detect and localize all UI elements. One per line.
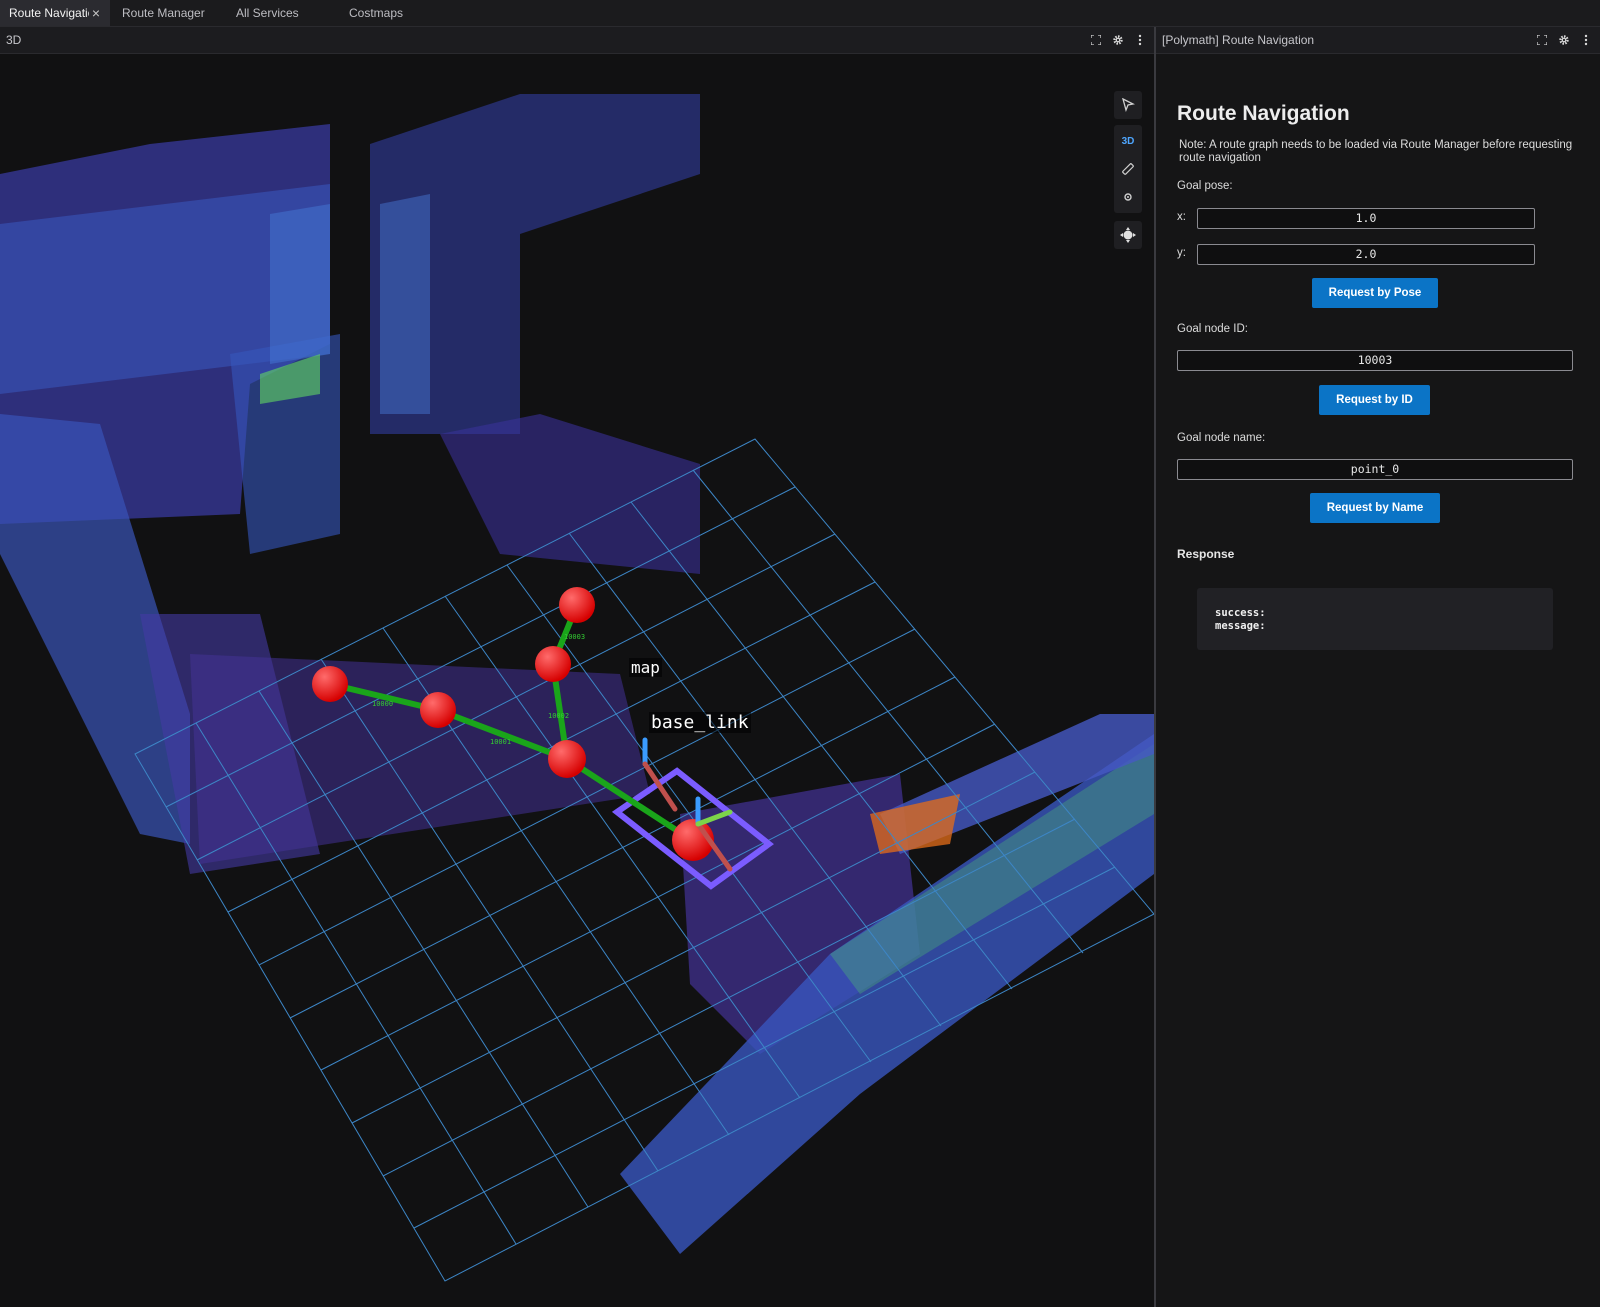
response-heading: Response bbox=[1177, 547, 1235, 561]
request-by-pose-button[interactable]: Request by Pose bbox=[1312, 278, 1438, 308]
ruler-icon bbox=[1122, 163, 1134, 175]
panel-title: [Polymath] Route Navigation bbox=[1162, 33, 1315, 47]
route-node bbox=[420, 692, 456, 728]
fullscreen-icon[interactable] bbox=[1090, 34, 1102, 46]
tab-label: Route Manager bbox=[122, 6, 205, 20]
tab-bar: Route Navigation× Route Manager All Serv… bbox=[0, 0, 1600, 27]
viewport-toolbar: 3D bbox=[1114, 91, 1142, 255]
goal-pose-label: Goal pose: bbox=[1177, 180, 1233, 192]
more-icon[interactable] bbox=[1134, 34, 1146, 46]
follow-camera-button[interactable] bbox=[1114, 221, 1142, 249]
settings-icon[interactable] bbox=[1112, 34, 1124, 46]
goal-y-input[interactable]: 2.0 bbox=[1197, 244, 1535, 265]
panel-header: [Polymath] Route Navigation bbox=[1156, 27, 1600, 54]
fullscreen-icon[interactable] bbox=[1536, 34, 1548, 46]
goal-node-id-label: Goal node ID: bbox=[1177, 323, 1248, 335]
route-navigation-panel: [Polymath] Route Navigation Route Naviga… bbox=[1156, 27, 1600, 1307]
settings-icon[interactable] bbox=[1558, 34, 1570, 46]
route-node bbox=[559, 587, 595, 623]
panel-3d: 3D 10000 10001 10002 10003 map base_link… bbox=[0, 27, 1154, 1307]
request-by-id-button[interactable]: Request by ID bbox=[1319, 385, 1430, 415]
goal-node-name-input[interactable]: point_0 bbox=[1177, 459, 1573, 480]
tool-group: 3D bbox=[1114, 125, 1142, 213]
goal-node-name-label: Goal node name: bbox=[1177, 432, 1266, 444]
publish-point-icon bbox=[1124, 193, 1132, 201]
camera-follow-icon bbox=[1120, 227, 1136, 243]
route-node bbox=[312, 666, 348, 702]
svg-text:10000: 10000 bbox=[372, 700, 393, 708]
tab-label: Costmaps bbox=[349, 6, 404, 20]
route-node bbox=[548, 740, 586, 778]
svg-text:10002: 10002 bbox=[548, 712, 569, 720]
tab-all-services[interactable]: All Services bbox=[236, 0, 299, 26]
response-box: success: message: bbox=[1197, 588, 1553, 650]
tab-label: Route Navigation bbox=[9, 6, 89, 20]
view-mode-toggle[interactable]: 3D bbox=[1114, 127, 1142, 155]
map-frame-label: map bbox=[629, 658, 662, 677]
cursor-icon bbox=[1122, 98, 1135, 112]
point-cloud bbox=[0, 94, 1154, 1254]
panel-title: 3D bbox=[6, 33, 22, 47]
3d-scene[interactable]: 10000 10001 10002 10003 bbox=[0, 54, 1154, 1307]
panel-header: 3D bbox=[0, 27, 1154, 54]
response-message: message: bbox=[1215, 620, 1266, 632]
base-link-frame-label: base_link bbox=[649, 712, 751, 733]
goal-node-id-input[interactable]: 10003 bbox=[1177, 350, 1573, 371]
x-label: x: bbox=[1177, 211, 1186, 223]
select-tool-button[interactable] bbox=[1114, 91, 1142, 119]
measure-tool-button[interactable] bbox=[1114, 155, 1142, 183]
route-node bbox=[535, 646, 571, 682]
close-icon[interactable]: × bbox=[89, 0, 103, 26]
svg-text:10001: 10001 bbox=[490, 738, 511, 746]
publish-tool-button[interactable] bbox=[1114, 183, 1142, 211]
page-title: Route Navigation bbox=[1177, 102, 1350, 125]
tab-costmaps[interactable]: Costmaps bbox=[349, 0, 403, 26]
more-icon[interactable] bbox=[1580, 34, 1592, 46]
tab-label: All Services bbox=[236, 6, 299, 20]
goal-x-input[interactable]: 1.0 bbox=[1197, 208, 1535, 229]
tab-route-navigation[interactable]: Route Navigation× bbox=[0, 0, 110, 26]
request-by-name-button[interactable]: Request by Name bbox=[1310, 493, 1440, 523]
response-success: success: bbox=[1215, 607, 1266, 619]
y-label: y: bbox=[1177, 247, 1186, 259]
tab-route-manager[interactable]: Route Manager bbox=[122, 0, 205, 26]
route-navigation-content: Route Navigation Note: A route graph nee… bbox=[1156, 54, 1600, 1307]
svg-text:10003: 10003 bbox=[564, 633, 585, 641]
route-graph-note: Note: A route graph needs to be loaded v… bbox=[1179, 139, 1573, 164]
